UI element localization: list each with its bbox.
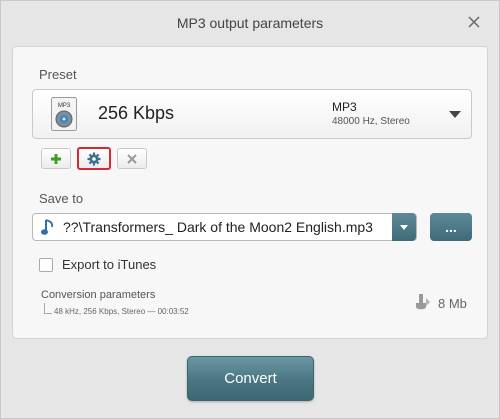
preset-dropdown[interactable]: MP3 256 Kbps MP3 48000 Hz, Stereo [32, 89, 472, 139]
remove-preset-button[interactable] [117, 148, 147, 169]
save-path-field[interactable]: ??\Transformers_ Dark of the Moon2 Engli… [32, 213, 417, 241]
preset-bitrate: 256 Kbps [98, 103, 175, 123]
chevron-down-icon [449, 111, 461, 118]
add-icon [51, 153, 61, 164]
conversion-details: 48 kHz, 256 Kbps, Stereo — 00:03:52 [54, 307, 189, 316]
mp3-file-icon: MP3 [51, 97, 77, 131]
export-itunes-row: Export to iTunes [39, 257, 156, 272]
preset-label: Preset [39, 67, 77, 82]
tree-connector [44, 303, 52, 314]
mp3-output-dialog: MP3 output parameters Preset MP3 256 Kbp… [0, 0, 500, 419]
gear-icon [87, 152, 101, 165]
dialog-title: MP3 output parameters [176, 15, 324, 31]
save-path-text: ??\Transformers_ Dark of the Moon2 Engli… [63, 219, 373, 235]
browse-button[interactable]: ... [430, 213, 472, 241]
close-icon[interactable] [467, 15, 481, 29]
settings-panel: Preset MP3 256 Kbps MP3 48000 Hz, Stereo [12, 46, 488, 339]
close-icon [127, 153, 137, 164]
music-note-icon [41, 219, 54, 235]
export-itunes-label: Export to iTunes [62, 257, 157, 272]
preset-format: MP3 [332, 100, 357, 114]
file-size-icon [416, 294, 430, 310]
file-size: 8 Mb [438, 296, 467, 311]
chevron-down-icon [400, 224, 408, 230]
title-bar: MP3 output parameters [1, 1, 499, 45]
convert-button[interactable]: Convert [187, 356, 314, 401]
save-to-label: Save to [39, 191, 84, 206]
preset-settings-button[interactable] [77, 147, 111, 170]
save-path-dropdown-button[interactable] [392, 213, 416, 241]
mp3-icon-text: MP3 [58, 103, 71, 109]
export-itunes-checkbox[interactable] [39, 257, 53, 272]
preset-details: 48000 Hz, Stereo [332, 116, 410, 127]
add-preset-button[interactable] [41, 148, 71, 169]
conversion-parameters-label: Conversion parameters [41, 289, 156, 301]
